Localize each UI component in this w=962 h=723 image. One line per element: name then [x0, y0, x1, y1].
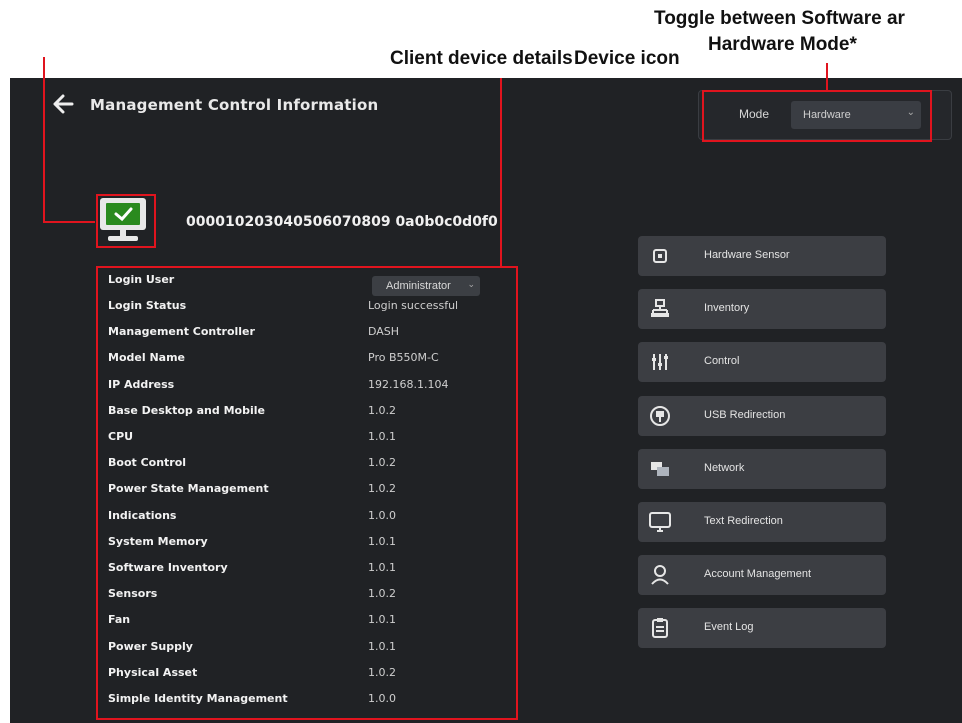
device-id: 000010203040506070809 0a0b0c0d0f0 [186, 214, 498, 230]
nav-button-label: Account Management [704, 568, 812, 581]
nav-button-label: Event Log [704, 621, 754, 634]
nav-button-label: Network [704, 461, 745, 474]
nav-button-account-management[interactable]: Account Management [638, 555, 886, 596]
nav-button-label: Hardware Sensor [704, 249, 790, 261]
network-icon [651, 461, 669, 476]
nav-button-label: USB Redirection [704, 408, 786, 421]
nav-button-event-log[interactable]: Event Log [638, 608, 886, 649]
user-icon [651, 565, 669, 585]
annotation-device-icon: Device icon [574, 48, 680, 69]
clipboard-icon [652, 618, 668, 639]
annotation-toggle-mode-line2: Hardware Mode* [708, 34, 857, 55]
nav-button-label: Inventory [704, 302, 750, 315]
nav-button-text-redirection[interactable]: Text Redirection [638, 502, 886, 542]
inventory-icon [651, 299, 669, 318]
back-arrow-icon[interactable] [52, 94, 74, 114]
usb-icon [650, 405, 670, 426]
chip-icon [653, 249, 667, 263]
monitor-icon [649, 512, 671, 532]
page-title: Management Control Information [90, 96, 379, 114]
nav-button-label: Text Redirection [704, 515, 783, 527]
annotation-toggle-mode: Toggle between Software ar [654, 8, 905, 29]
annotation-client-details: Client device details [390, 48, 573, 69]
nav-button-hardware-sensor[interactable]: Hardware Sensor [638, 236, 886, 276]
nav-button-label: Control [704, 355, 740, 368]
nav-button-network[interactable]: Network [638, 448, 886, 489]
sliders-icon [652, 354, 668, 371]
nav-button-control[interactable]: Control [638, 342, 886, 383]
nav-button-usb-redirection[interactable]: USB Redirection [638, 395, 886, 436]
nav-button-inventory[interactable]: Inventory [638, 289, 886, 330]
